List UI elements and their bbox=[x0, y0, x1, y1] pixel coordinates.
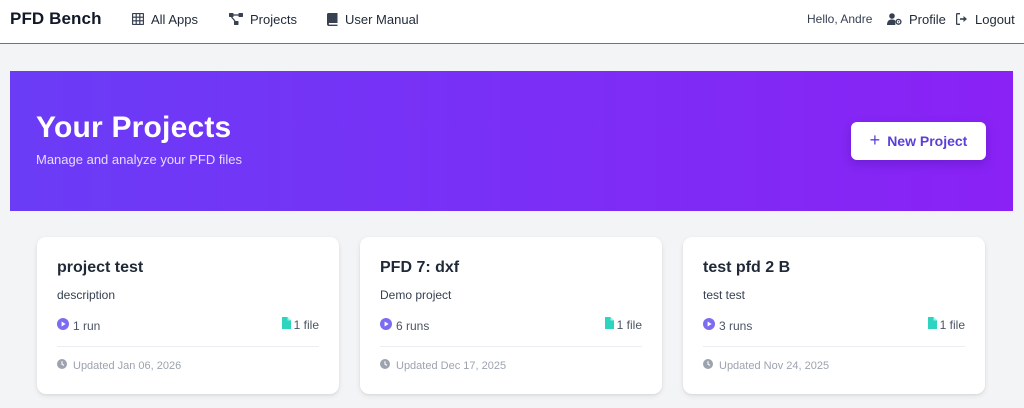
file-icon bbox=[604, 317, 614, 332]
play-circle-icon bbox=[703, 318, 715, 333]
last-updated-label: Updated Dec 17, 2025 bbox=[396, 359, 507, 372]
last-updated-label: Updated Nov 24, 2025 bbox=[719, 359, 830, 372]
hero-banner: Your Projects Manage and analyze your PF… bbox=[10, 71, 1013, 211]
new-project-label: New Project bbox=[887, 133, 968, 149]
run-count: 3 runs bbox=[703, 318, 752, 333]
nav-all-apps-label: All Apps bbox=[151, 11, 198, 27]
project-description: Demo project bbox=[380, 288, 452, 302]
file-count-label: 1 file bbox=[939, 317, 965, 332]
top-navbar: PFD Bench All Apps Projects User Manual … bbox=[0, 0, 1024, 44]
project-name: test pfd 2 B bbox=[703, 259, 791, 276]
nav-projects-label: Projects bbox=[250, 11, 297, 27]
run-count: 6 runs bbox=[380, 318, 429, 333]
user-cog-icon bbox=[887, 13, 902, 25]
file-count: 1 file bbox=[604, 317, 642, 332]
brand-logo[interactable]: PFD Bench bbox=[10, 9, 102, 29]
card-divider bbox=[57, 346, 319, 347]
card-divider bbox=[380, 346, 642, 347]
book-icon bbox=[327, 12, 338, 26]
plus-icon: + bbox=[869, 130, 881, 150]
new-project-button[interactable]: + New Project bbox=[851, 122, 986, 160]
user-greeting: Hello, Andre bbox=[807, 12, 873, 26]
nav-profile[interactable]: Profile bbox=[887, 11, 946, 27]
run-count-label: 6 runs bbox=[396, 318, 430, 333]
project-card[interactable]: project test description 1 run 1 file Up… bbox=[37, 237, 339, 394]
last-updated: Updated Jan 06, 2026 bbox=[57, 359, 181, 372]
run-count-label: 1 run bbox=[73, 318, 101, 333]
project-name: project test bbox=[57, 259, 144, 276]
nav-user-manual-label: User Manual bbox=[345, 11, 419, 27]
clock-icon bbox=[703, 359, 713, 372]
file-count: 1 file bbox=[281, 317, 319, 332]
nav-all-apps[interactable]: All Apps bbox=[132, 11, 198, 27]
project-description: test test bbox=[703, 288, 746, 302]
nav-logout-label: Logout bbox=[975, 11, 1015, 27]
card-divider bbox=[703, 346, 965, 347]
project-card[interactable]: test pfd 2 B test test 3 runs 1 file Upd… bbox=[683, 237, 985, 394]
nav-projects[interactable]: Projects bbox=[229, 11, 297, 27]
nav-profile-label: Profile bbox=[909, 11, 946, 27]
file-count-label: 1 file bbox=[293, 317, 319, 332]
project-name: PFD 7: dxf bbox=[380, 259, 460, 276]
last-updated: Updated Dec 17, 2025 bbox=[380, 359, 506, 372]
grid-icon bbox=[132, 13, 144, 25]
project-description: description bbox=[57, 288, 116, 302]
clock-icon bbox=[57, 359, 67, 372]
nav-logout[interactable]: Logout bbox=[956, 11, 1015, 27]
file-icon bbox=[281, 317, 291, 332]
play-circle-icon bbox=[380, 318, 392, 333]
file-count-label: 1 file bbox=[616, 317, 642, 332]
page-title: Your Projects bbox=[36, 111, 232, 144]
play-circle-icon bbox=[57, 318, 69, 333]
nav-user-manual[interactable]: User Manual bbox=[327, 11, 419, 27]
run-count-label: 3 runs bbox=[719, 318, 753, 333]
clock-icon bbox=[380, 359, 390, 372]
logout-icon bbox=[956, 13, 968, 25]
file-icon bbox=[927, 317, 937, 332]
project-diagram-icon bbox=[229, 13, 243, 25]
file-count: 1 file bbox=[927, 317, 965, 332]
last-updated: Updated Nov 24, 2025 bbox=[703, 359, 829, 372]
page-subtitle: Manage and analyze your PFD files bbox=[36, 152, 242, 167]
project-card[interactable]: PFD 7: dxf Demo project 6 runs 1 file Up… bbox=[360, 237, 662, 394]
last-updated-label: Updated Jan 06, 2026 bbox=[73, 359, 182, 372]
run-count: 1 run bbox=[57, 318, 100, 333]
